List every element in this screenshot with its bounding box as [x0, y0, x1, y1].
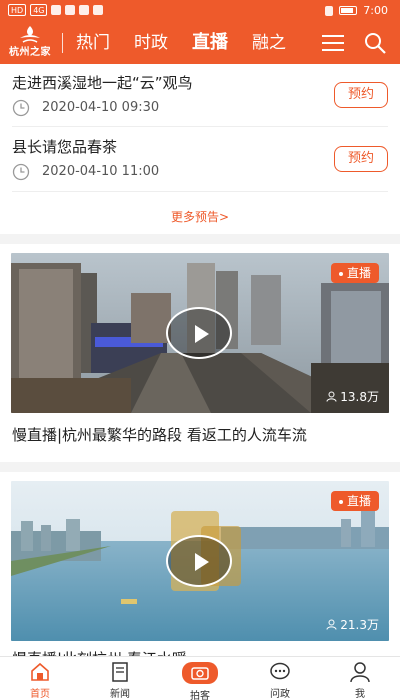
status-bar: HD 4G 7:00: [0, 0, 400, 22]
bottom-nav: 首页 新闻 拍客 问政 我: [0, 656, 400, 700]
home-icon: [31, 662, 49, 681]
person-icon: [326, 391, 337, 402]
live-badge: 直播: [330, 491, 379, 511]
app-icon: [93, 5, 104, 15]
preview-title: 县长请您品春茶: [12, 138, 118, 156]
preview-time: 2020-04-10 11:00: [42, 164, 160, 179]
video-title[interactable]: 慢直播|杭州最繁华的路段 看返工的人流车流: [12, 424, 307, 445]
person-icon: [326, 619, 337, 630]
user-icon: [350, 662, 370, 683]
message-icon: [79, 5, 90, 15]
nav-wenzheng[interactable]: 问政: [250, 661, 310, 700]
section-gap: [0, 462, 400, 472]
preview-title: 走进西溪湿地一起“云”观鸟: [12, 74, 193, 92]
preview-time: 2020-04-10 09:30: [42, 100, 160, 115]
chat-icon: [270, 662, 290, 680]
app-logo[interactable]: 杭州之家: [4, 24, 56, 62]
reserve-button[interactable]: 预约: [334, 82, 388, 108]
divider: [12, 191, 388, 192]
logo-text: 杭州之家: [9, 47, 51, 58]
viewer-count: 13.8万: [326, 388, 379, 405]
header-divider: [62, 33, 63, 53]
video-thumbnail[interactable]: 直播 13.8万: [11, 253, 389, 413]
more-previews-link[interactable]: 更多预告>: [0, 208, 400, 225]
nav-home[interactable]: 首页: [10, 661, 70, 700]
search-icon[interactable]: [363, 31, 387, 55]
preview-item[interactable]: 县长请您品春茶 2020-04-10 11:00 预约: [0, 128, 400, 190]
viewer-count: 21.3万: [326, 616, 379, 633]
news-icon: [112, 662, 128, 682]
camera-icon: [182, 662, 218, 684]
nav-me[interactable]: 我: [330, 661, 390, 700]
wifi-icon: [51, 5, 62, 15]
tab-rongzhi[interactable]: 融之: [252, 30, 286, 56]
divider: [12, 126, 388, 127]
app-header: 杭州之家 热门 时政 直播 融之: [0, 22, 400, 64]
menu-icon[interactable]: [322, 35, 344, 51]
vibrate-icon: [325, 5, 334, 16]
logo-icon: [20, 26, 40, 43]
battery-icon: [339, 6, 358, 15]
top-tabs: 热门 时政 直播 融之: [76, 30, 310, 56]
clock-icon: [12, 99, 30, 117]
live-badge: 直播: [330, 263, 379, 283]
hd-icon: HD: [8, 4, 27, 16]
clock-icon: [12, 163, 30, 181]
section-gap: [0, 234, 400, 244]
video-card[interactable]: 直播 13.8万 慢直播|杭州最繁华的路段 看返工的人流车流: [0, 244, 400, 460]
signal-icon: 4G: [30, 4, 48, 16]
nav-paike[interactable]: 拍客: [170, 661, 230, 700]
video-thumbnail[interactable]: 直播 21.3万: [11, 481, 389, 641]
nav-news[interactable]: 新闻: [90, 661, 150, 700]
play-icon[interactable]: [166, 307, 232, 359]
play-icon[interactable]: [166, 535, 232, 587]
video-card[interactable]: 直播 21.3万 慢直播|此刻杭州 春江水暖: [0, 472, 400, 668]
tab-politics[interactable]: 时政: [134, 30, 168, 56]
tab-live[interactable]: 直播: [192, 30, 228, 56]
status-time: 7:00: [363, 4, 388, 17]
tab-hot[interactable]: 热门: [76, 30, 110, 56]
preview-item[interactable]: 走进西溪湿地一起“云”观鸟 2020-04-10 09:30 预约: [0, 64, 400, 126]
reserve-button[interactable]: 预约: [334, 146, 388, 172]
notification-icon: [65, 5, 76, 15]
